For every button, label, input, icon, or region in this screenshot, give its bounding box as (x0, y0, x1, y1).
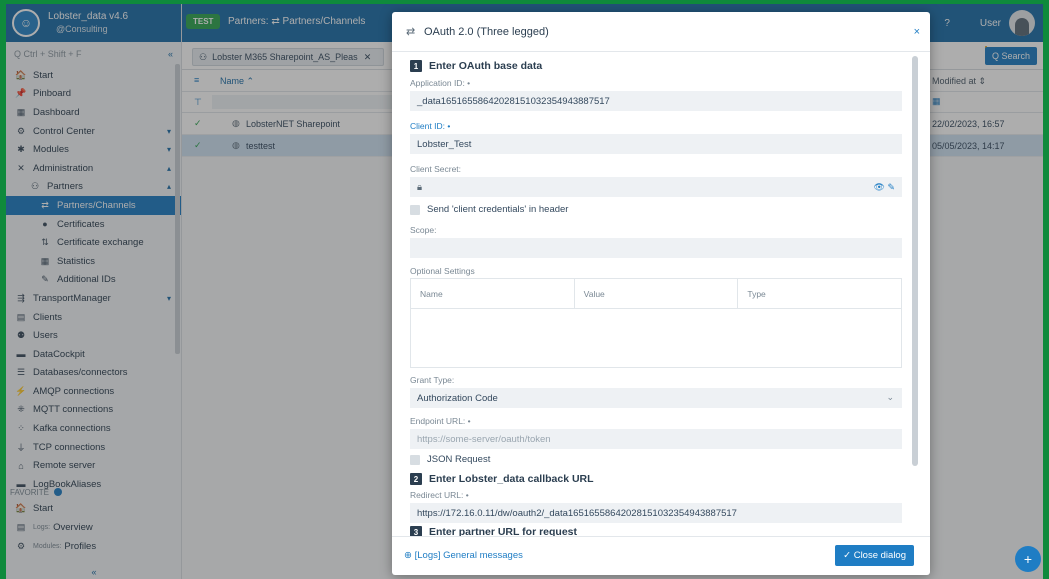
optional-settings-label: Optional Settings (410, 266, 475, 276)
scope-label: Scope: (410, 225, 437, 235)
oauth-icon: ⇄ (406, 26, 416, 38)
client-secret-label: Client Secret: (410, 164, 462, 174)
general-messages-link[interactable]: ⊕ [Logs] General messages (404, 550, 523, 561)
checkbox-box[interactable] (410, 204, 420, 215)
dialog-header: ⇄ OAuth 2.0 (Three legged) × (392, 12, 930, 52)
client-id-field[interactable]: Lobster_Test (410, 134, 902, 154)
send-credentials-label: Send 'client credentials' in header (427, 204, 569, 215)
col-name[interactable]: Name (411, 279, 575, 308)
section-1-title: Enter OAuth base data (429, 60, 543, 72)
add-button[interactable]: + (1015, 546, 1041, 572)
optional-settings-header: Name Value Type (411, 279, 901, 309)
close-icon[interactable]: × (914, 26, 920, 38)
endpoint-url-label: Endpoint URL: • (410, 416, 471, 426)
lock-icon: 🔒︎ (417, 181, 423, 193)
send-credentials-checkbox[interactable]: Send 'client credentials' in header (410, 204, 568, 215)
globe-icon: ⊕ (404, 550, 412, 561)
chevron-down-icon: ⌄ (886, 392, 894, 402)
client-secret-field[interactable]: 🔒︎ 👁︎ ✎ (410, 177, 902, 197)
section-2-title: Enter Lobster_data callback URL (429, 473, 594, 485)
grant-type-value: Authorization Code (417, 392, 498, 404)
section-1-header: 1 Enter OAuth base data (410, 60, 542, 72)
section-3-number: 3 (410, 526, 422, 536)
edit-icon[interactable]: ✎ (887, 182, 895, 192)
dialog-footer: ⊕ [Logs] General messages ✓ Close dialog (392, 536, 930, 575)
checkbox-box[interactable] (410, 454, 420, 465)
redirect-url-label: Redirect URL: • (410, 490, 469, 500)
scope-field[interactable] (410, 238, 902, 258)
section-3-title: Enter partner URL for request (429, 526, 577, 536)
redirect-url-field[interactable]: https://172.16.0.11/dw/oauth2/_data16516… (410, 503, 902, 523)
application-id-field[interactable]: _data16516558642028151032354943887517 (410, 91, 902, 111)
endpoint-url-field[interactable]: https://some-server/oauth/token (410, 429, 902, 449)
optional-settings-table: Name Value Type (410, 278, 902, 368)
json-request-checkbox[interactable]: JSON Request (410, 454, 490, 465)
dialog-scrollbar[interactable] (912, 56, 918, 466)
general-messages-label: [Logs] General messages (414, 550, 523, 561)
grant-type-label: Grant Type: (410, 375, 455, 385)
json-request-label: JSON Request (427, 454, 491, 465)
plus-icon: + (1023, 551, 1033, 567)
section-2-header: 2 Enter Lobster_data callback URL (410, 473, 594, 485)
application-id-label: Application ID: • (410, 78, 471, 88)
grant-type-select[interactable]: Authorization Code ⌄ (410, 388, 902, 408)
col-type[interactable]: Type (738, 279, 901, 308)
section-3-header: 3 Enter partner URL for request (410, 526, 577, 536)
client-id-label: Client ID: • (410, 121, 451, 131)
show-secret-icon[interactable]: 👁︎ (874, 182, 885, 192)
dialog-title: OAuth 2.0 (Three legged) (424, 26, 549, 38)
app-window: ☺ Lobster_data v4.6 @Consulting Q Ctrl +… (6, 4, 1043, 579)
section-2-number: 2 (410, 473, 422, 485)
dialog-body: 1 Enter OAuth base data Application ID: … (392, 52, 930, 536)
oauth-dialog: ⇄ OAuth 2.0 (Three legged) × 1 Enter OAu… (392, 12, 930, 575)
col-value[interactable]: Value (575, 279, 739, 308)
section-1-number: 1 (410, 60, 422, 72)
close-dialog-button[interactable]: ✓ Close dialog (835, 545, 914, 566)
